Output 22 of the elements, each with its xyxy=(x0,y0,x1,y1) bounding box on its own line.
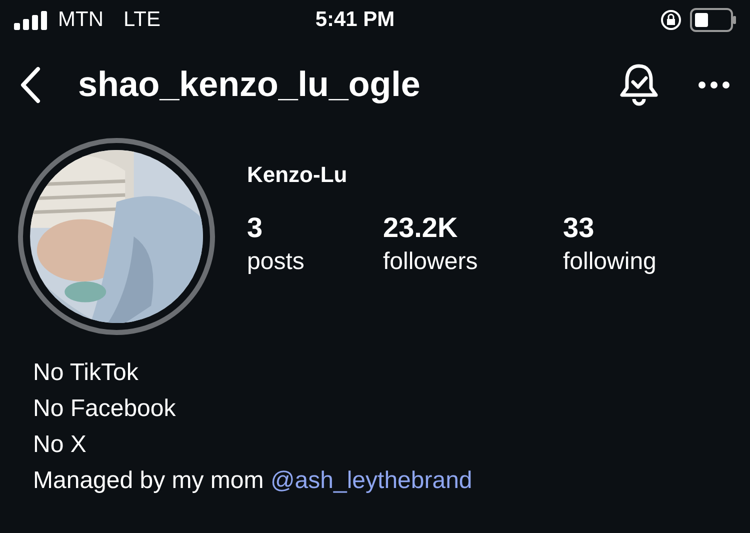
bio-line: No TikTok xyxy=(33,358,140,388)
profile-link[interactable]: @ash_leythebrand xyxy=(270,467,472,494)
display-name: Kenzo-Lu xyxy=(247,161,348,189)
bio-line: No X xyxy=(33,430,88,460)
stat-label[interactable]: posts xyxy=(247,245,383,279)
profile-username: shao_kenzo_lu_ogle xyxy=(78,64,420,106)
bio-line: Managed by my mom @ash_leythebrand xyxy=(33,466,474,496)
bio-line: No Facebook xyxy=(33,394,177,424)
stat-count: 3 xyxy=(247,211,264,245)
notification-bell-button[interactable] xyxy=(618,62,660,108)
carrier: MTN xyxy=(58,7,104,34)
rotation-lock-icon xyxy=(660,9,682,31)
network-type: LTE xyxy=(124,7,160,34)
clock: 5:41 PM xyxy=(315,7,395,34)
signal-icon xyxy=(14,10,48,30)
profile-avatar[interactable] xyxy=(18,138,215,335)
battery-icon xyxy=(690,8,736,32)
stat-label[interactable]: followers xyxy=(383,245,563,279)
stat-count: 33 xyxy=(563,211,596,245)
stat-label[interactable]: following xyxy=(563,245,743,279)
stat-count: 23.2K xyxy=(383,211,459,245)
more-icon xyxy=(698,81,730,89)
